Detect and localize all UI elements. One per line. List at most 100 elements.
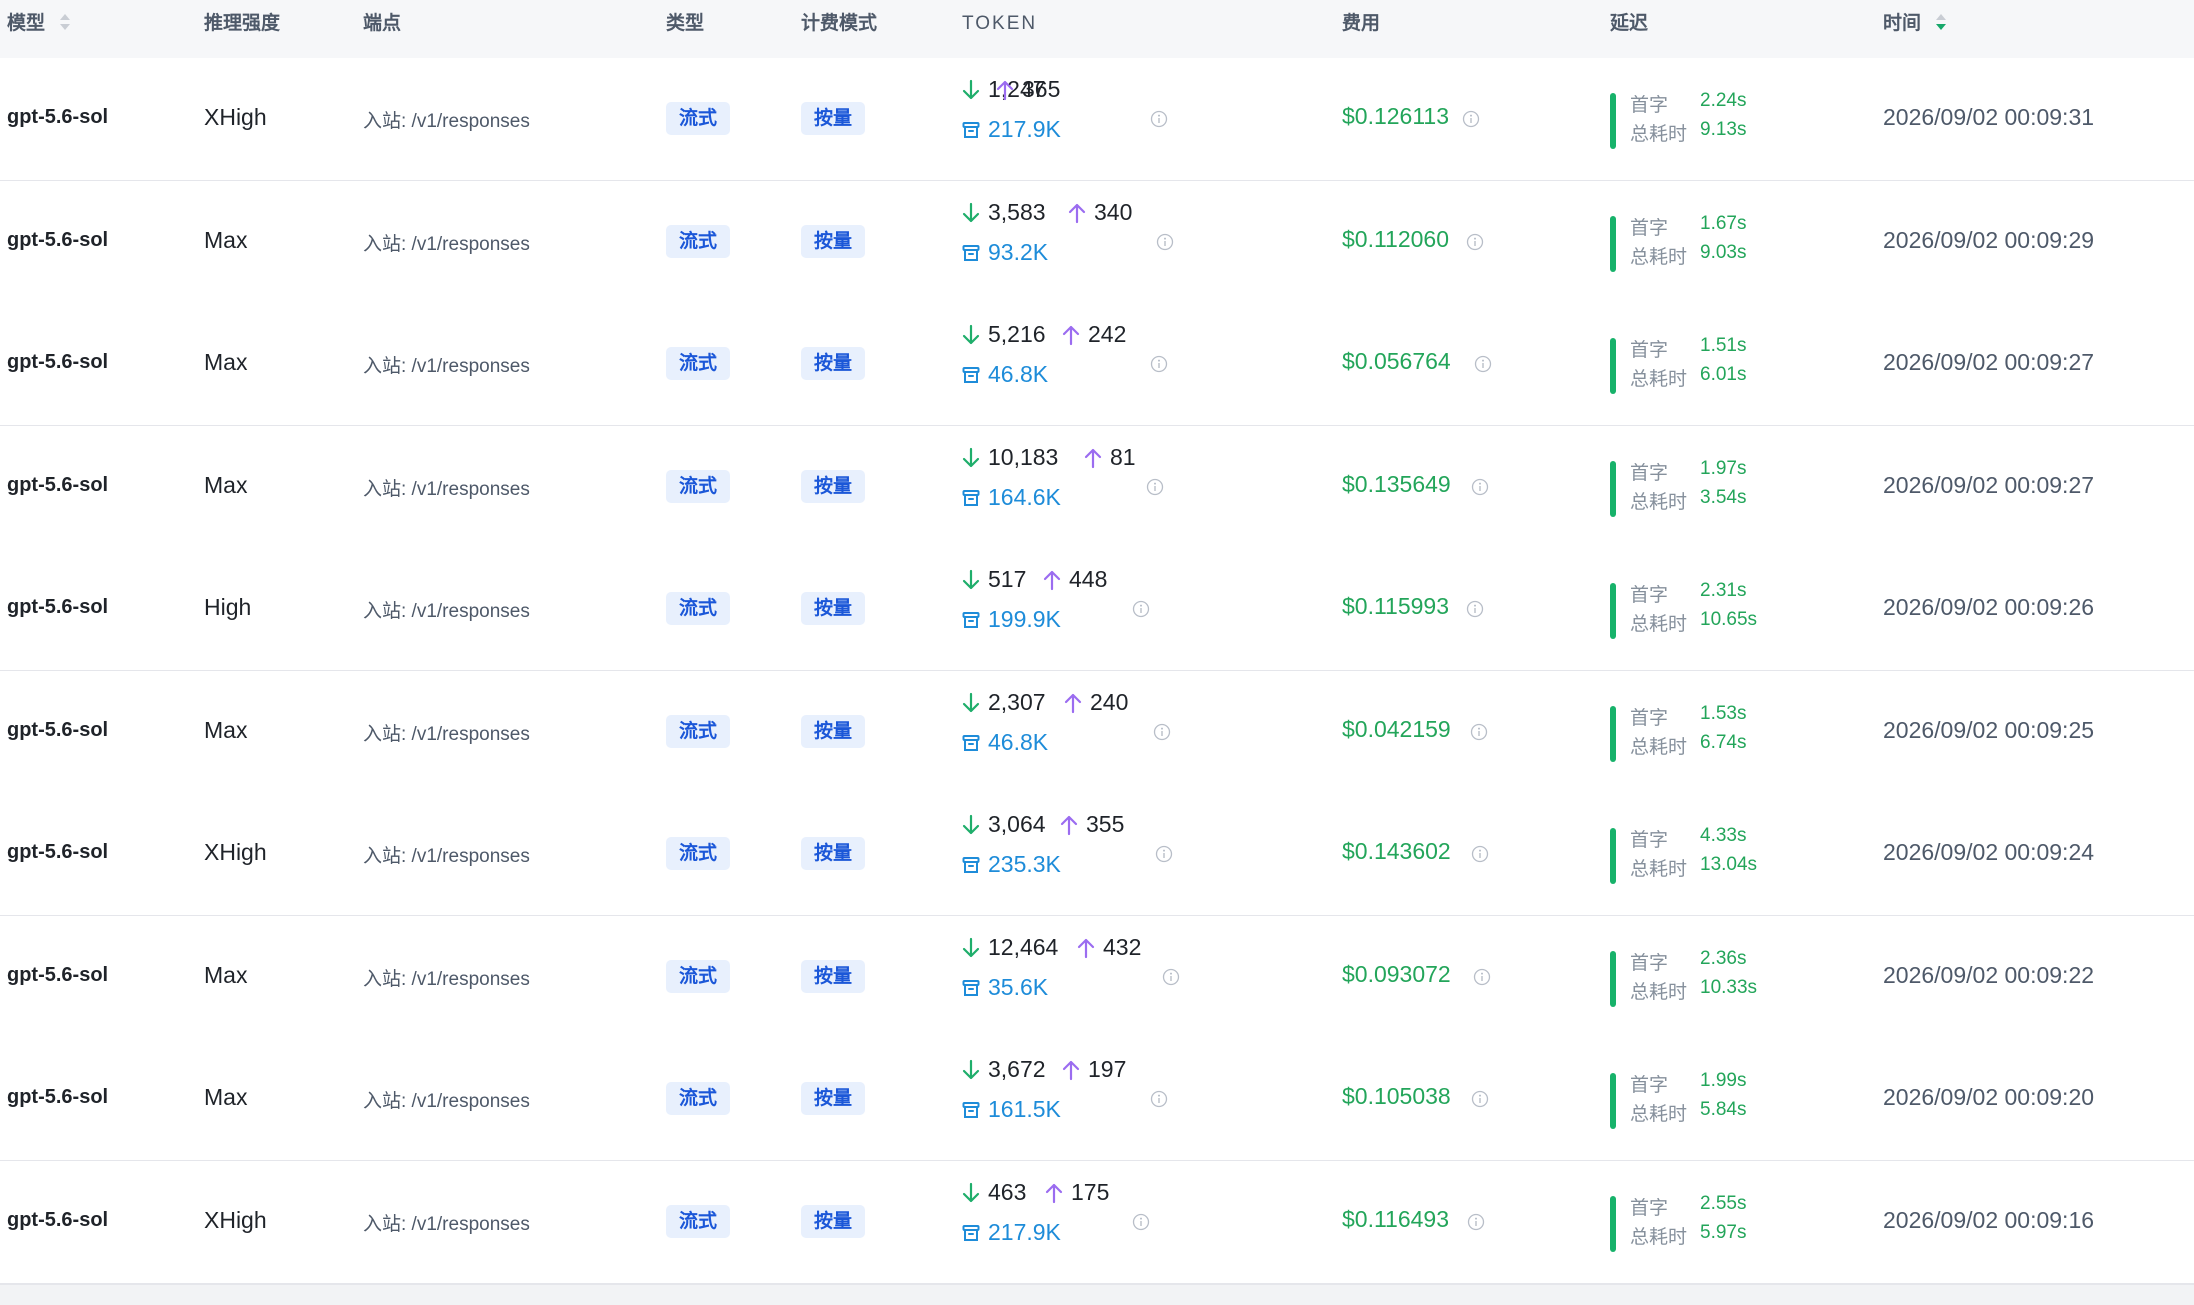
token-out-group: 197: [1062, 1056, 1126, 1083]
table-row[interactable]: gpt-5.6-sol High 入站: /v1/responses 流式 按量…: [0, 548, 2194, 671]
token-in-group: 3,064: [962, 811, 1046, 838]
arrow-up-icon: [1084, 448, 1102, 468]
table-row[interactable]: gpt-5.6-sol XHigh 入站: /v1/responses 流式 按…: [0, 1161, 2194, 1284]
table-row[interactable]: gpt-5.6-sol Max 入站: /v1/responses 流式 按量 …: [0, 671, 2194, 794]
arrow-down-icon: [962, 79, 980, 99]
column-header-token[interactable]: TOKEN: [962, 0, 1037, 48]
reasoning-effort: Max: [204, 472, 248, 498]
horizontal-scrollbar[interactable]: [0, 1284, 2194, 1305]
archive-box-icon: [962, 734, 980, 751]
token-in-group: 5,216: [962, 321, 1046, 348]
info-circle-icon[interactable]: [1146, 478, 1164, 496]
total-time-latency: 13.04s: [1700, 854, 1758, 875]
token-in-group: 3,672: [962, 1056, 1046, 1083]
column-header-type[interactable]: 类型: [666, 0, 704, 48]
latency-bar: [1610, 828, 1616, 884]
latency-bar: [1610, 951, 1616, 1007]
info-circle-icon[interactable]: [1462, 110, 1480, 128]
column-header-latency[interactable]: 延迟: [1610, 0, 1648, 48]
total-time-label: 总耗时: [1630, 614, 1688, 635]
token-out-group: 175: [1045, 1179, 1109, 1206]
info-circle-icon[interactable]: [1156, 233, 1174, 251]
billing-badge: 按量: [801, 347, 866, 380]
info-circle-icon[interactable]: [1470, 723, 1488, 741]
column-header-cost[interactable]: 费用: [1342, 0, 1380, 48]
first-token-label: 首字: [1630, 585, 1669, 606]
model-name: gpt-5.6-sol: [7, 1209, 109, 1231]
info-circle-icon[interactable]: [1471, 845, 1489, 863]
cache-tokens: 199.9K: [988, 606, 1061, 632]
input-tokens: 5,216: [988, 321, 1046, 347]
arrow-up-icon: [1045, 1183, 1063, 1203]
sort-caret-icon[interactable]: [58, 12, 72, 32]
token-out-group: 340: [1068, 199, 1132, 226]
table-row[interactable]: gpt-5.6-sol Max 入站: /v1/responses 流式 按量 …: [0, 303, 2194, 426]
type-badge: 流式: [666, 347, 731, 380]
first-token-latency: 1.97s: [1700, 458, 1747, 479]
archive-box-icon: [962, 979, 980, 996]
sort-caret-icon[interactable]: [1934, 12, 1948, 32]
token-cache-group: 93.2K: [962, 239, 1048, 266]
latency-bar: [1610, 216, 1616, 272]
column-header-effort[interactable]: 推理强度: [204, 0, 280, 48]
arrow-up-icon: [996, 80, 1014, 100]
archive-box-icon: [962, 611, 980, 628]
table-header: 模型 推理强度 端点 类型 计费模式 TOKEN 费用 延迟 时间: [0, 0, 2194, 59]
info-circle-icon[interactable]: [1155, 845, 1173, 863]
table-row[interactable]: gpt-5.6-sol XHigh 入站: /v1/responses 流式 按…: [0, 793, 2194, 916]
cache-tokens: 164.6K: [988, 484, 1061, 510]
first-token-label: 首字: [1630, 1198, 1669, 1219]
latency-bar: [1610, 706, 1616, 762]
table-row[interactable]: gpt-5.6-sol Max 入站: /v1/responses 流式 按量 …: [0, 181, 2194, 304]
model-name: gpt-5.6-sol: [7, 351, 109, 373]
cache-tokens: 46.8K: [988, 729, 1049, 755]
info-circle-icon[interactable]: [1150, 1090, 1168, 1108]
info-circle-icon[interactable]: [1132, 1213, 1150, 1231]
table-row[interactable]: gpt-5.6-sol Max 入站: /v1/responses 流式 按量 …: [0, 916, 2194, 1039]
info-circle-icon[interactable]: [1473, 968, 1491, 986]
output-tokens: 432: [1103, 934, 1142, 960]
model-name: gpt-5.6-sol: [7, 596, 109, 618]
info-circle-icon[interactable]: [1132, 600, 1150, 618]
info-circle-icon[interactable]: [1150, 355, 1168, 373]
reasoning-effort: Max: [204, 349, 248, 375]
info-circle-icon[interactable]: [1466, 600, 1484, 618]
type-badge: 流式: [666, 470, 731, 503]
reasoning-effort: XHigh: [204, 1207, 267, 1233]
column-header-model[interactable]: 模型: [7, 0, 72, 48]
billing-badge: 按量: [801, 960, 866, 993]
column-header-time[interactable]: 时间: [1883, 0, 1948, 48]
token-cache-group: 164.6K: [962, 484, 1061, 511]
arrow-down-icon: [962, 447, 980, 467]
token-out-group: 448: [1043, 566, 1107, 593]
timestamp: 2026/09/02 00:09:27: [1883, 349, 2095, 375]
table-row[interactable]: gpt-5.6-sol Max 入站: /v1/responses 流式 按量 …: [0, 1038, 2194, 1161]
info-circle-icon[interactable]: [1162, 968, 1180, 986]
token-cache-group: 46.8K: [962, 361, 1048, 388]
archive-box-icon: [962, 489, 980, 506]
total-time-latency: 5.84s: [1700, 1099, 1747, 1120]
info-circle-icon[interactable]: [1474, 355, 1492, 373]
token-cache-group: 199.9K: [962, 606, 1061, 633]
column-header-model-label: 模型: [7, 13, 46, 34]
first-token-latency: 1.53s: [1700, 703, 1747, 724]
input-tokens: 3,064: [988, 811, 1046, 837]
column-header-endpoint[interactable]: 端点: [363, 0, 401, 48]
endpoint-path: 入站: /v1/responses: [363, 479, 530, 500]
info-circle-icon[interactable]: [1471, 1090, 1489, 1108]
output-tokens: 448: [1069, 566, 1108, 592]
table-row[interactable]: gpt-5.6-sol XHigh 入站: /v1/responses 流式 按…: [0, 58, 2194, 181]
arrow-down-icon: [962, 202, 980, 222]
info-circle-icon[interactable]: [1467, 1213, 1485, 1231]
output-tokens: 365: [1022, 76, 1061, 102]
total-time-latency: 6.74s: [1700, 732, 1747, 753]
info-circle-icon[interactable]: [1150, 110, 1168, 128]
info-circle-icon[interactable]: [1153, 723, 1171, 741]
info-circle-icon[interactable]: [1471, 478, 1489, 496]
first-token-label: 首字: [1630, 340, 1669, 361]
info-circle-icon[interactable]: [1466, 233, 1484, 251]
column-header-billing[interactable]: 计费模式: [801, 0, 877, 48]
type-badge: 流式: [666, 715, 731, 748]
table-row[interactable]: gpt-5.6-sol Max 入站: /v1/responses 流式 按量 …: [0, 426, 2194, 549]
model-name: gpt-5.6-sol: [7, 719, 109, 741]
